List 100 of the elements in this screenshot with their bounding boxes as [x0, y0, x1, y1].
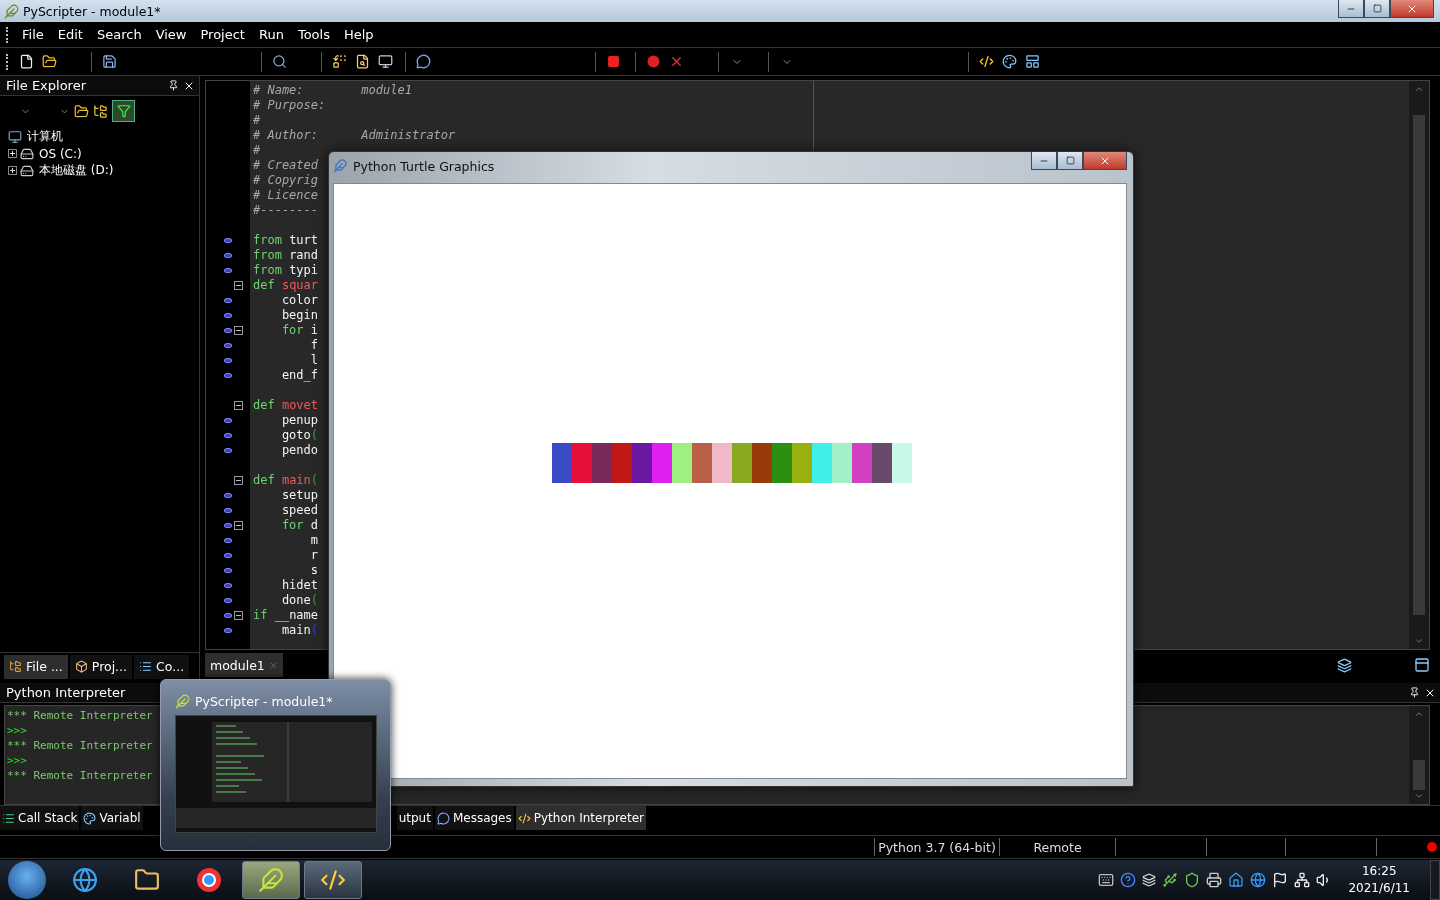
pin-icon[interactable] [1409, 687, 1420, 698]
code-line: def main( [253, 473, 319, 488]
scroll-thumb[interactable] [1413, 760, 1425, 790]
menu-item[interactable]: Search [89, 24, 149, 45]
fold-icon[interactable] [234, 521, 243, 530]
drive-icon [20, 163, 34, 178]
scrollbar[interactable] [1409, 706, 1429, 804]
code-line: def movet [253, 398, 319, 413]
expander-icon[interactable] [8, 149, 17, 158]
scroll-up-icon[interactable] [1414, 709, 1424, 719]
code-line: begin [280, 308, 319, 323]
flag-icon[interactable] [1272, 872, 1289, 888]
close-button[interactable] [1083, 152, 1127, 170]
code-line: f [309, 338, 319, 353]
minimize-button[interactable] [1338, 0, 1364, 18]
stop-icon [607, 55, 620, 68]
code-line: # Licence [253, 188, 319, 203]
code-line: from turt [253, 233, 319, 248]
menu-item[interactable]: File [15, 24, 51, 45]
expander-icon[interactable] [8, 166, 17, 175]
scroll-down-icon[interactable] [1414, 636, 1424, 646]
console-line: *** Remote Interpreter [7, 768, 153, 783]
code-line: setup [280, 488, 319, 503]
tree-item[interactable]: OS (C:) [37, 146, 84, 161]
fold-icon[interactable] [234, 281, 243, 290]
palette-icon [83, 811, 97, 825]
shield-icon[interactable] [1184, 872, 1201, 888]
close-button[interactable] [1390, 0, 1434, 18]
editor-tab[interactable]: module1 [205, 653, 283, 677]
help-icon[interactable] [1120, 872, 1137, 888]
usb-icon[interactable] [1162, 872, 1179, 888]
tree-item[interactable]: 本地磁盘 (D:) [37, 162, 116, 179]
code-line: l [309, 353, 319, 368]
feather-icon [333, 159, 347, 173]
code-line: # Created [253, 158, 319, 173]
code-line: # Author: Administrator [253, 128, 456, 143]
panel-tab[interactable]: Variabl [81, 806, 143, 830]
code-line: from rand [253, 248, 319, 263]
pin-icon[interactable] [168, 80, 179, 91]
filter-icon [116, 104, 131, 118]
scroll-down-icon[interactable] [1414, 791, 1424, 801]
menu-item[interactable]: Edit [50, 24, 90, 45]
panel-tab[interactable]: File ... [4, 654, 68, 679]
window-icon[interactable] [1414, 657, 1430, 673]
menu-item[interactable]: Help [336, 24, 381, 45]
code-line: from typi [253, 263, 319, 278]
code-line: main( [280, 623, 319, 638]
menu-item[interactable]: Run [251, 24, 291, 45]
start-button[interactable] [8, 861, 46, 899]
scroll-up-icon[interactable] [1414, 84, 1424, 94]
code-line: for d [280, 518, 319, 533]
fold-icon[interactable] [234, 611, 243, 620]
window-title: PyScripter - module1* [23, 3, 162, 19]
panel-tab[interactable]: Call Stack [0, 806, 80, 830]
printer-icon[interactable] [1206, 872, 1223, 888]
keyboard-icon[interactable] [1098, 872, 1115, 888]
code-line: # Name: module1 [253, 83, 412, 98]
code-line: # [253, 113, 261, 128]
panel-tab[interactable]: utput [396, 806, 433, 830]
maximize-icon [1372, 4, 1382, 13]
folder-tree-icon[interactable] [93, 103, 108, 119]
console-line: *** Remote Interpreter [7, 738, 153, 753]
network-icon[interactable] [1294, 872, 1311, 888]
menu-item[interactable]: Tools [290, 24, 337, 45]
fold-icon[interactable] [234, 401, 243, 410]
panel-title: Python Interpreter [6, 685, 127, 700]
panel-tab[interactable]: Co... [134, 654, 190, 679]
panel-tab[interactable]: Messages [434, 806, 514, 830]
window-title: Python Turtle Graphics [353, 158, 496, 174]
menu-item[interactable]: View [148, 24, 194, 45]
search-icon [272, 54, 287, 69]
code-line: for i [280, 323, 319, 338]
tree-item[interactable]: 计算机 [25, 128, 65, 145]
taskbar-button[interactable] [304, 861, 362, 899]
menu-item[interactable]: Project [193, 24, 252, 45]
scrollbar[interactable] [1409, 81, 1429, 649]
code-line: # Copyrig [253, 173, 319, 188]
console-line: >>> [7, 723, 27, 738]
fold-icon[interactable] [234, 326, 243, 335]
status-text: Python 3.7 (64-bit) [874, 838, 999, 856]
home-icon[interactable] [1228, 872, 1245, 888]
drive-icon [20, 146, 34, 161]
minimize-button[interactable] [1031, 152, 1057, 170]
maximize-button[interactable] [1057, 152, 1083, 170]
code-line: def squar [253, 278, 319, 293]
code-line: color [280, 293, 319, 308]
panel-tab[interactable]: Python Interpreter [515, 806, 647, 830]
file-search-icon [355, 54, 370, 69]
scroll-thumb[interactable] [1413, 115, 1425, 615]
window-preview[interactable]: PyScripter - module1* [160, 679, 391, 851]
save-icon [102, 54, 117, 69]
maximize-button[interactable] [1364, 0, 1390, 18]
folder-icon[interactable] [74, 103, 89, 119]
palette-icon [1002, 54, 1017, 69]
maximize-icon [1065, 156, 1075, 165]
panel-tab[interactable]: Proj... [69, 654, 133, 679]
code-line: # Purpose: [253, 98, 326, 113]
fold-icon[interactable] [234, 476, 243, 485]
box-icon [74, 660, 88, 673]
filter-button[interactable] [112, 100, 135, 122]
